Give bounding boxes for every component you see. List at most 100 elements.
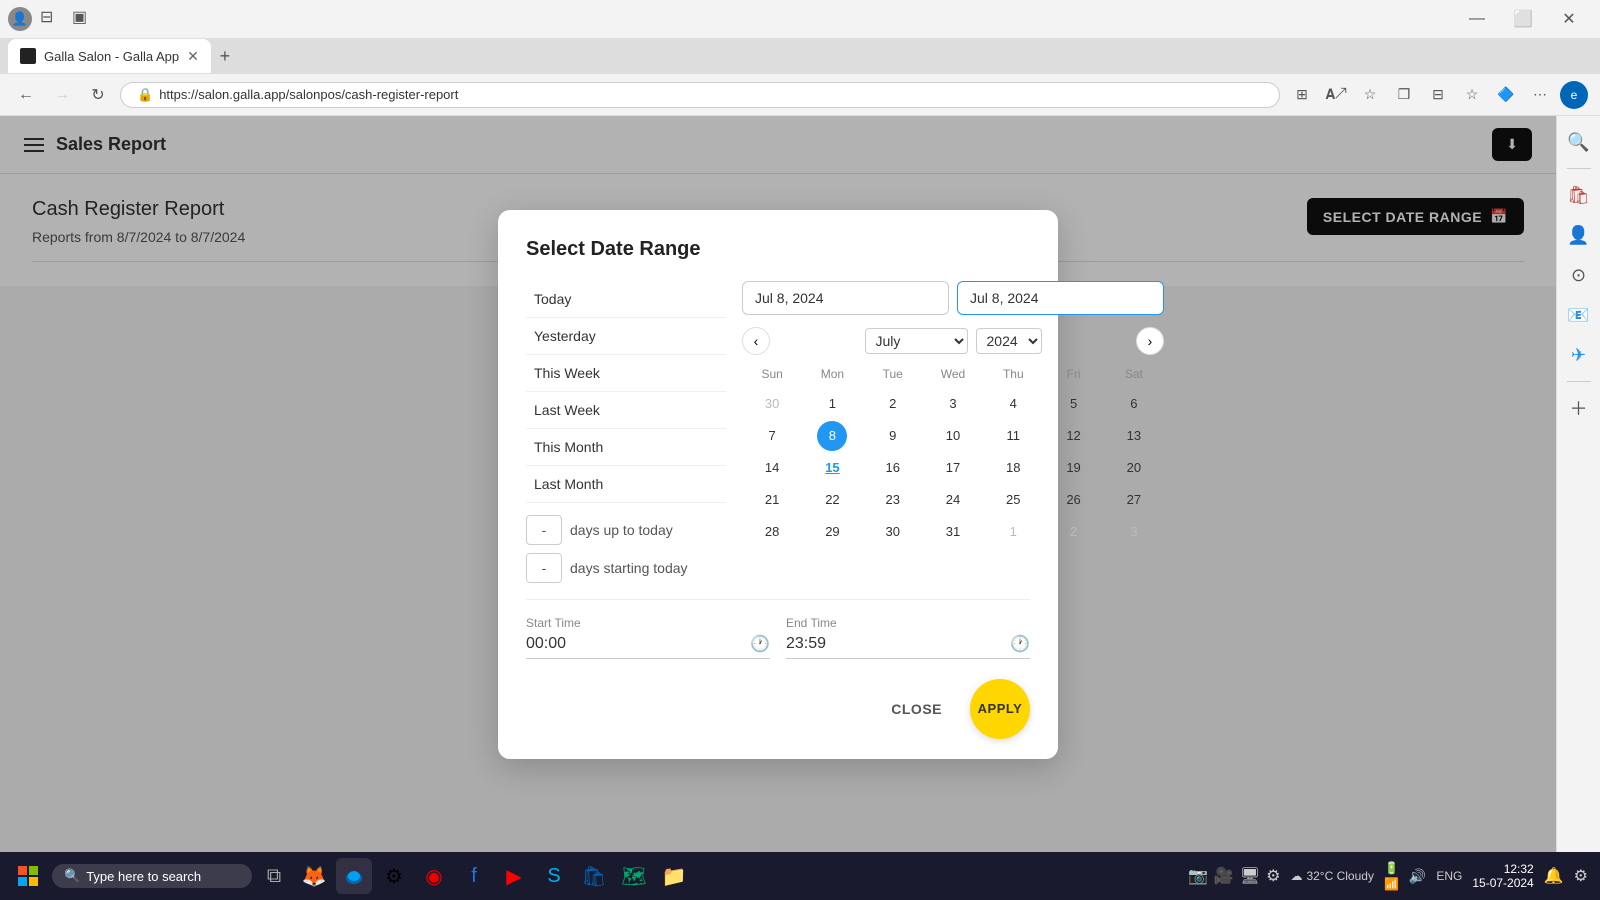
apply-button[interactable]: APPLY bbox=[970, 679, 1030, 739]
taskbar-opera[interactable]: ◉ bbox=[416, 858, 452, 894]
calendar-day[interactable]: 17 bbox=[938, 453, 968, 483]
quick-select-this-week[interactable]: This Week bbox=[526, 355, 726, 392]
sidebar-bag-icon[interactable]: 🛍 bbox=[1561, 177, 1597, 213]
calendar-day[interactable]: 25 bbox=[998, 485, 1028, 515]
refresh-button[interactable]: ↻ bbox=[84, 81, 112, 109]
calendar-day[interactable]: 13 bbox=[1119, 421, 1149, 451]
split-screen-icon[interactable]: ⊟ bbox=[1424, 81, 1452, 109]
calendar-day[interactable]: 4 bbox=[998, 389, 1028, 419]
forward-button[interactable]: → bbox=[48, 81, 76, 109]
active-tab[interactable]: Galla Salon - Galla App ✕ bbox=[8, 39, 211, 73]
calendar-day[interactable]: 1 bbox=[998, 517, 1028, 547]
sidebar-icon[interactable]: ❒ bbox=[1390, 81, 1418, 109]
sidebar-plane-icon[interactable]: ✈ bbox=[1561, 337, 1597, 373]
sidebar-search-icon[interactable]: 🔍 bbox=[1561, 124, 1597, 160]
prev-month-button[interactable]: ‹ bbox=[742, 327, 770, 355]
address-bar[interactable]: 🔒 https://salon.galla.app/salonpos/cash-… bbox=[120, 82, 1280, 108]
end-time-value[interactable]: 23:59 bbox=[786, 635, 1010, 653]
taskbar-maps[interactable]: 🗺 bbox=[616, 858, 652, 894]
notifications-icon[interactable]: 🔔 bbox=[1544, 866, 1564, 886]
days-starting-input[interactable]: - bbox=[526, 553, 562, 583]
read-aloud-icon[interactable]: 𝐀↗ bbox=[1322, 81, 1350, 109]
quick-select-this-month[interactable]: This Month bbox=[526, 429, 726, 466]
quick-select-today[interactable]: Today bbox=[526, 281, 726, 318]
taskbar-firefox[interactable]: 🦊 bbox=[296, 858, 332, 894]
taskbar-video-icon[interactable]: 🎥 bbox=[1214, 866, 1234, 886]
copilot-icon[interactable]: 🔷 bbox=[1492, 81, 1520, 109]
calendar-day[interactable]: 30 bbox=[878, 517, 908, 547]
settings-icon[interactable]: ⚙ bbox=[1574, 866, 1588, 886]
month-select[interactable]: JanuaryFebruaryMarchAprilMayJuneJulyAugu… bbox=[865, 328, 968, 354]
minimize-btn[interactable]: — bbox=[1454, 3, 1500, 35]
calendar-day[interactable]: 12 bbox=[1059, 421, 1089, 451]
sidebar-add-icon[interactable]: ＋ bbox=[1561, 390, 1597, 426]
end-date-input[interactable] bbox=[957, 281, 1164, 315]
calendar-day[interactable]: 27 bbox=[1119, 485, 1149, 515]
collections-icon[interactable]: ☆ bbox=[1458, 81, 1486, 109]
calendar-day[interactable]: 1 bbox=[817, 389, 847, 419]
year-select[interactable]: 2022202320242025 bbox=[976, 328, 1042, 354]
start-button[interactable] bbox=[12, 860, 44, 892]
back-button[interactable]: ← bbox=[12, 81, 40, 109]
start-time-value[interactable]: 00:00 bbox=[526, 635, 750, 653]
calendar-day[interactable]: 24 bbox=[938, 485, 968, 515]
quick-select-last-month[interactable]: Last Month bbox=[526, 466, 726, 503]
taskbar-search[interactable]: 🔍 Type here to search bbox=[52, 864, 252, 888]
sidebar-circle-icon[interactable]: ⊙ bbox=[1561, 257, 1597, 293]
calendar-day[interactable]: 6 bbox=[1119, 389, 1149, 419]
grid-icon[interactable]: ⊞ bbox=[1288, 81, 1316, 109]
calendar-day[interactable]: 15 bbox=[817, 453, 847, 483]
calendar-day[interactable]: 21 bbox=[757, 485, 787, 515]
maximize-btn[interactable]: ⬜ bbox=[1500, 3, 1546, 35]
calendar-day[interactable]: 2 bbox=[1059, 517, 1089, 547]
calendar-day[interactable]: 28 bbox=[757, 517, 787, 547]
calendar-day[interactable]: 7 bbox=[757, 421, 787, 451]
calendar-day[interactable]: 3 bbox=[1119, 517, 1149, 547]
calendar-day[interactable]: 23 bbox=[878, 485, 908, 515]
calendar-day[interactable]: 5 bbox=[1059, 389, 1089, 419]
taskbar-store[interactable]: 🛍 bbox=[576, 858, 612, 894]
quick-select-yesterday[interactable]: Yesterday bbox=[526, 318, 726, 355]
favorite-icon[interactable]: ☆ bbox=[1356, 81, 1384, 109]
end-clock-icon[interactable]: 🕐 bbox=[1010, 634, 1030, 654]
taskbar-settings-gear-icon[interactable]: ⚙ bbox=[1266, 866, 1280, 886]
next-month-button[interactable]: › bbox=[1136, 327, 1164, 355]
days-up-input[interactable]: - bbox=[526, 515, 562, 545]
taskbar-camera-icon[interactable]: 📷 bbox=[1188, 866, 1208, 886]
taskbar-network-icon[interactable]: 📶 bbox=[1384, 877, 1399, 891]
taskbar-edge[interactable] bbox=[336, 858, 372, 894]
tab-close-icon[interactable]: ✕ bbox=[187, 48, 199, 65]
vertical-tab-icon[interactable]: ▣ bbox=[72, 7, 96, 31]
taskbar-chrome[interactable]: ⚙ bbox=[376, 858, 412, 894]
taskbar-volume-icon[interactable]: 🔊 bbox=[1409, 868, 1426, 885]
taskbar-files[interactable]: 📁 bbox=[656, 858, 692, 894]
calendar-day[interactable]: 10 bbox=[938, 421, 968, 451]
start-date-input[interactable] bbox=[742, 281, 949, 315]
close-button[interactable]: CLOSE bbox=[875, 679, 958, 739]
taskbar-monitor-icon[interactable]: 🖥 bbox=[1240, 866, 1260, 886]
calendar-day[interactable]: 22 bbox=[817, 485, 847, 515]
quick-select-last-week[interactable]: Last Week bbox=[526, 392, 726, 429]
calendar-day[interactable]: 2 bbox=[878, 389, 908, 419]
calendar-day[interactable]: 11 bbox=[998, 421, 1028, 451]
calendar-day[interactable]: 3 bbox=[938, 389, 968, 419]
calendar-day[interactable]: 29 bbox=[817, 517, 847, 547]
taskbar-battery-icon[interactable]: 🔋 bbox=[1384, 861, 1399, 875]
start-clock-icon[interactable]: 🕐 bbox=[750, 634, 770, 654]
sidebar-outlook-icon[interactable]: 📧 bbox=[1561, 297, 1597, 333]
new-tab-button[interactable]: + bbox=[211, 42, 239, 70]
taskbar-facebook[interactable]: f bbox=[456, 858, 492, 894]
calendar-day[interactable]: 18 bbox=[998, 453, 1028, 483]
calendar-day[interactable]: 19 bbox=[1059, 453, 1089, 483]
tab-group-icon[interactable]: ⊟ bbox=[40, 7, 64, 31]
taskbar-youtube[interactable]: ▶ bbox=[496, 858, 532, 894]
profile-icon[interactable]: 👤 bbox=[8, 7, 32, 31]
sidebar-person-icon[interactable]: 👤 bbox=[1561, 217, 1597, 253]
calendar-day[interactable]: 20 bbox=[1119, 453, 1149, 483]
calendar-day[interactable]: 30 bbox=[757, 389, 787, 419]
calendar-day[interactable]: 14 bbox=[757, 453, 787, 483]
calendar-day[interactable]: 16 bbox=[878, 453, 908, 483]
calendar-day[interactable]: 9 bbox=[878, 421, 908, 451]
taskbar-skype[interactable]: S bbox=[536, 858, 572, 894]
extensions-icon[interactable]: ⋯ bbox=[1526, 81, 1554, 109]
